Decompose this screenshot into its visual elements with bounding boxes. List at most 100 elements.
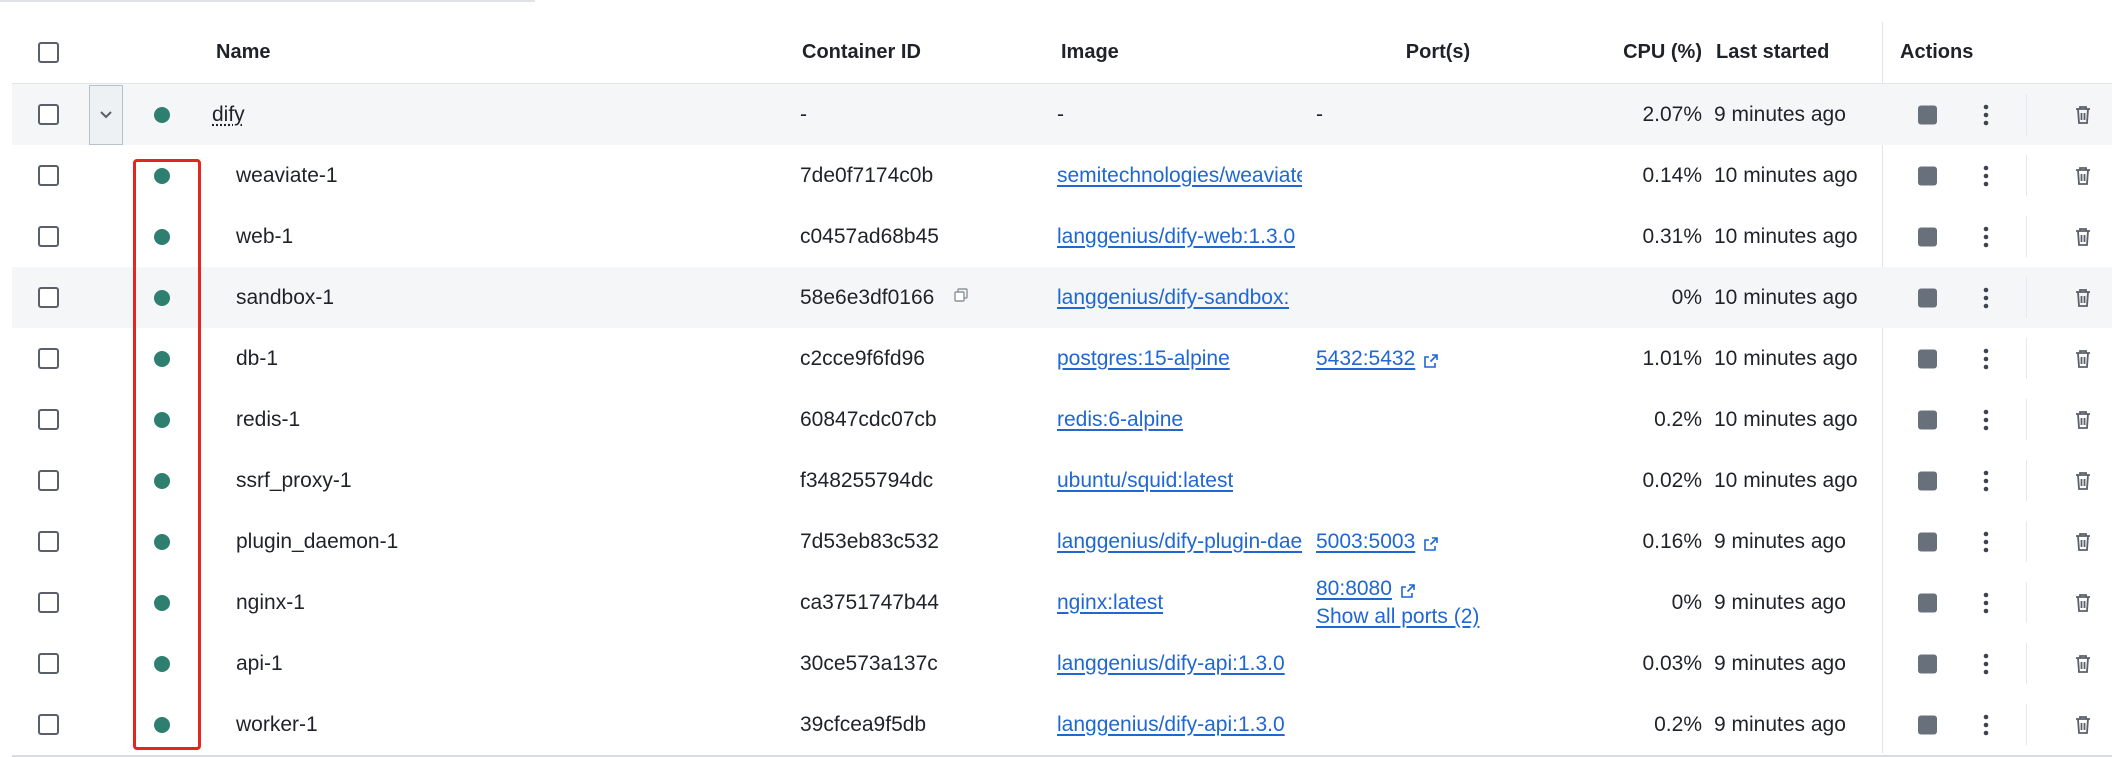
image-link[interactable]: postgres:15-alpine (1057, 347, 1230, 371)
container-name[interactable]: api-1 (212, 652, 283, 676)
row-checkbox[interactable] (38, 653, 59, 674)
row-checkbox[interactable] (38, 470, 59, 491)
image-link[interactable]: redis:6-alpine (1057, 408, 1183, 432)
container-name[interactable]: weaviate-1 (212, 164, 338, 188)
image-link[interactable]: langgenius/dify-api:1.3.0 (1057, 713, 1285, 737)
stop-icon[interactable] (1918, 227, 1937, 246)
container-name[interactable]: db-1 (212, 347, 278, 371)
row-checkbox[interactable] (38, 165, 59, 186)
image-link[interactable]: langgenius/dify-sandbox: (1057, 286, 1289, 310)
stop-icon[interactable] (1918, 654, 1937, 673)
trash-icon[interactable] (2072, 592, 2094, 614)
more-vertical-icon[interactable] (1974, 591, 1998, 615)
trash-icon[interactable] (2072, 104, 2094, 126)
container-name[interactable]: plugin_daemon-1 (212, 530, 398, 554)
more-vertical-icon[interactable] (1974, 225, 1998, 249)
image-link[interactable]: nginx:latest (1057, 591, 1163, 615)
container-row[interactable]: nginx-1 ca3751747b44 nginx:latest 80:808… (12, 572, 2112, 633)
image-link[interactable]: langgenius/dify-api:1.3.0 (1057, 652, 1285, 676)
container-name[interactable]: ssrf_proxy-1 (212, 469, 352, 493)
more-vertical-icon[interactable] (1974, 713, 1998, 737)
more-vertical-icon[interactable] (1974, 286, 1998, 310)
group-name[interactable]: dify (212, 103, 245, 127)
trash-icon[interactable] (2072, 470, 2094, 492)
container-name[interactable]: redis-1 (212, 408, 300, 432)
trash-icon[interactable] (2072, 287, 2094, 309)
image-link[interactable]: langgenius/dify-web:1.3.0 (1057, 225, 1295, 249)
more-vertical-icon[interactable] (1974, 469, 1998, 493)
more-vertical-icon[interactable] (1974, 347, 1998, 371)
container-row[interactable]: web-1 c0457ad68b45 langgenius/dify-web:1… (12, 206, 2112, 267)
container-name[interactable]: sandbox-1 (212, 286, 334, 310)
image-link[interactable]: ubuntu/squid:latest (1057, 469, 1233, 493)
last-started-value: 10 minutes ago (1714, 346, 1858, 370)
column-header-image[interactable]: Image (1061, 22, 1319, 83)
column-header-cpu[interactable]: CPU (%) (1552, 22, 1702, 83)
show-all-ports-link[interactable]: Show all ports (2) (1316, 605, 1479, 629)
external-link-icon[interactable] (1400, 581, 1416, 598)
trash-icon[interactable] (2072, 226, 2094, 248)
group-row-dify[interactable]: dify - - - 2.07% 9 minutes ago (12, 84, 2112, 145)
port-link[interactable]: 5432:5432 (1316, 347, 1415, 371)
port-mapping: 5003:5003 (1316, 530, 1439, 554)
container-row[interactable]: db-1 c2cce9f6fd96 postgres:15-alpine 543… (12, 328, 2112, 389)
stop-icon[interactable] (1918, 471, 1937, 490)
container-name[interactable]: nginx-1 (212, 591, 305, 615)
row-checkbox[interactable] (38, 592, 59, 613)
row-checkbox[interactable] (38, 531, 59, 552)
column-header-ports[interactable]: Port(s) (1318, 22, 1558, 83)
port-link[interactable]: 5003:5003 (1316, 530, 1415, 554)
stop-icon[interactable] (1918, 288, 1937, 307)
container-id-cell: 58e6e3df0166 (800, 267, 1050, 328)
trash-icon[interactable] (2072, 714, 2094, 736)
external-link-icon[interactable] (1423, 534, 1439, 551)
container-row[interactable]: plugin_daemon-1 7d53eb83c532 langgenius/… (12, 511, 2112, 572)
row-checkbox-cell (38, 206, 62, 267)
stop-icon[interactable] (1918, 715, 1937, 734)
row-checkbox[interactable] (38, 226, 59, 247)
chevron-down-icon[interactable] (89, 84, 123, 145)
container-name[interactable]: web-1 (212, 225, 293, 249)
container-row[interactable]: weaviate-1 7de0f7174c0b semitechnologies… (12, 145, 2112, 206)
column-header-name[interactable]: Name (216, 22, 776, 83)
stop-icon[interactable] (1918, 105, 1937, 124)
more-vertical-icon[interactable] (1974, 164, 1998, 188)
row-checkbox[interactable] (38, 714, 59, 735)
external-link-icon[interactable] (1423, 351, 1439, 368)
stop-icon[interactable] (1918, 166, 1937, 185)
more-vertical-icon[interactable] (1974, 103, 1998, 127)
stop-icon[interactable] (1918, 410, 1937, 429)
container-row[interactable]: ssrf_proxy-1 f348255794dc ubuntu/squid:l… (12, 450, 2112, 511)
trash-icon[interactable] (2072, 531, 2094, 553)
container-row[interactable]: sandbox-1 58e6e3df0166 langgenius/dify-s… (12, 267, 2112, 328)
trash-icon[interactable] (2072, 165, 2094, 187)
stop-icon[interactable] (1918, 532, 1937, 551)
stop-icon[interactable] (1918, 593, 1937, 612)
trash-icon[interactable] (2072, 348, 2094, 370)
more-vertical-icon[interactable] (1974, 652, 1998, 676)
container-row[interactable]: worker-1 39cfcea9f5db langgenius/dify-ap… (12, 694, 2112, 757)
image-link[interactable]: semitechnologies/weaviate (1057, 164, 1302, 188)
port-link[interactable]: 80:8080 (1316, 577, 1392, 601)
container-row[interactable]: redis-1 60847cdc07cb redis:6-alpine 0.2%… (12, 389, 2112, 450)
row-checkbox[interactable] (38, 409, 59, 430)
column-header-last-started[interactable]: Last started (1716, 22, 1886, 83)
column-header-container-id[interactable]: Container ID (802, 22, 1052, 83)
search-bar-edge (0, 0, 535, 2)
row-checkbox[interactable] (38, 348, 59, 369)
stop-icon[interactable] (1918, 349, 1937, 368)
status-running-dot (154, 716, 170, 733)
container-row[interactable]: api-1 30ce573a137c langgenius/dify-api:1… (12, 633, 2112, 694)
trash-icon[interactable] (2072, 409, 2094, 431)
copy-icon[interactable] (954, 288, 969, 307)
select-all-checkbox[interactable] (38, 42, 59, 63)
image-link[interactable]: langgenius/dify-plugin-daemon (1057, 530, 1302, 554)
container-name[interactable]: worker-1 (212, 713, 318, 737)
last-started-value: 9 minutes ago (1714, 712, 1846, 736)
row-checkbox[interactable] (38, 104, 59, 125)
more-vertical-icon[interactable] (1974, 408, 1998, 432)
more-vertical-icon[interactable] (1974, 530, 1998, 554)
trash-icon[interactable] (2072, 653, 2094, 675)
actions-divider (2026, 460, 2027, 501)
row-checkbox[interactable] (38, 287, 59, 308)
